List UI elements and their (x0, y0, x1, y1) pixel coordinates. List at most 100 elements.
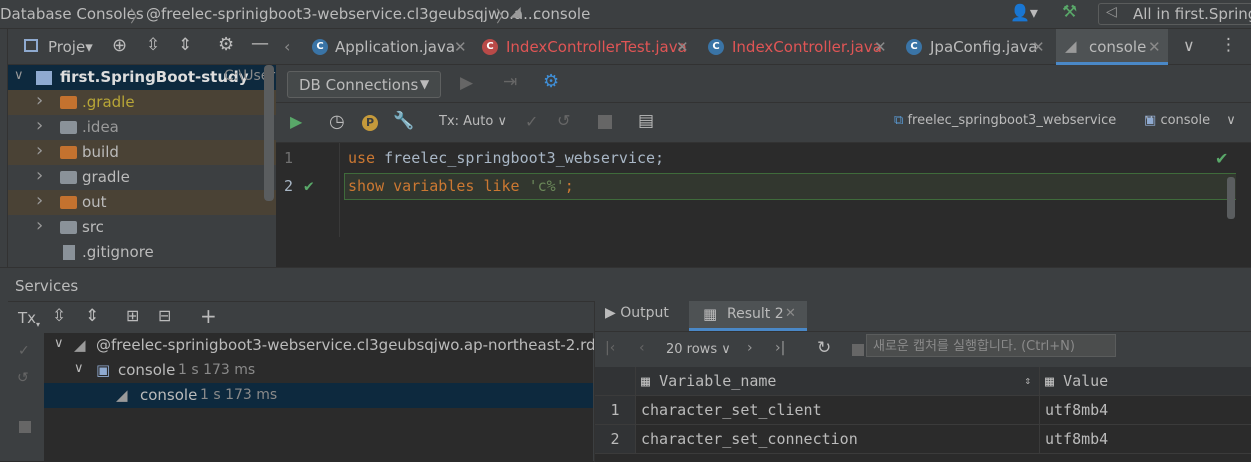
tx-mode-selector[interactable]: Tx: Auto ∨ (439, 114, 507, 129)
db-connections-dropdown[interactable]: DB Connections ▼ (287, 71, 441, 98)
chevron-right-icon[interactable]: › (36, 215, 43, 236)
tab-application[interactable]: C Application.java ✕ (304, 29, 474, 65)
session-selector[interactable]: ▣ console ∨ (1144, 113, 1236, 128)
locate-icon[interactable]: ⊕ (112, 35, 127, 56)
collapse-all-icon[interactable]: ⇕ (85, 306, 99, 326)
cell-value[interactable]: utf8mb4 (1040, 396, 1251, 425)
rollback-disabled-icon: ↺ (557, 111, 571, 130)
session-label: console (1160, 113, 1211, 128)
tree-item[interactable]: › out (8, 190, 276, 215)
result-pane: ▶ Output ▦ Result 2 ✕ |‹ ‹ 20 rows ∨ › ›… (594, 301, 1251, 462)
cell-variable-name[interactable]: character_set_connection (636, 425, 1040, 454)
breadcrumb-connection[interactable]: @freelec-sprinigboot3-webservice.cl3geub… (146, 5, 537, 23)
services-tree: ∨ ◢ @freelec-sprinigboot3-webservice.cl3… (44, 333, 658, 462)
chevron-down-icon[interactable]: ∨ (14, 68, 24, 83)
tabs-overflow-icon[interactable]: ∨ (1183, 36, 1195, 55)
service-session[interactable]: ∨ ▣ console 1 s 173 ms (44, 358, 593, 383)
code-line-2[interactable]: show variables like 'c%'; (348, 177, 574, 195)
project-panel: Proje▾ ⊕ ⇳ ⇕ ⚙ — ∨ first.SpringBoot-stud… (8, 29, 276, 267)
tab-jpa-config[interactable]: C JpaConfig.java ✕ (898, 29, 1056, 65)
tree-item[interactable]: › build (8, 140, 276, 165)
execute-icon[interactable]: ▶ (290, 112, 302, 131)
chevron-down-icon[interactable]: ∨ (74, 361, 84, 376)
line-gutter: 1 2 ✔ (276, 143, 340, 237)
close-icon[interactable]: ✕ (676, 38, 689, 56)
chevron-right-icon[interactable]: › (36, 90, 43, 111)
tx-icon[interactable]: Tx▾ (18, 309, 40, 329)
tab-console[interactable]: ◢ console ✕ (1056, 29, 1168, 65)
more-options-icon[interactable]: ⋮ (1220, 35, 1237, 55)
tree-item[interactable]: › gradle (8, 165, 276, 190)
session-icon: ▣ (96, 361, 111, 379)
tab-result-2[interactable]: ▦ Result 2 ✕ (689, 301, 807, 331)
module-icon (36, 71, 52, 85)
tree-root[interactable]: ∨ first.SpringBoot-study C:\User (8, 65, 276, 90)
row-number[interactable]: 2 (595, 425, 636, 454)
history-icon[interactable]: ◷ (329, 111, 345, 132)
rows-selector[interactable]: 20 rows ∨ (666, 342, 731, 357)
output-icon: ▶ (605, 305, 616, 321)
wrench-icon[interactable]: 🔧 (393, 111, 414, 131)
tabs-scroll-icon[interactable]: ‹ (284, 37, 298, 56)
breadcrumb-database-consoles[interactable]: Database Consoles (0, 5, 144, 23)
last-page-icon[interactable]: ›| (775, 340, 785, 356)
chevron-right-icon[interactable]: › (36, 190, 43, 211)
session-time: 1 s 173 ms (178, 362, 256, 378)
code-editor[interactable]: 1 2 ✔ use freelec_springboot3_webservice… (276, 143, 1236, 237)
tree-item[interactable]: .gitignore (8, 240, 276, 265)
tab-index-controller-test[interactable]: C IndexControllerTest.java ✕ (474, 29, 698, 65)
schema-label: freelec_springboot3_webservice (907, 113, 1117, 128)
run-config-selector[interactable]: ◁ All in first.SpringBo (1098, 3, 1251, 25)
close-icon[interactable]: ✕ (1032, 38, 1045, 56)
explain-plan-icon[interactable]: P (362, 115, 378, 131)
cell-value[interactable]: utf8mb4 (1040, 425, 1251, 454)
service-console[interactable]: ◢ console 1 s 173 ms (44, 383, 593, 408)
expand-all-icon[interactable]: ⇳ (146, 35, 160, 55)
sort-icon[interactable]: ⇕ (1024, 367, 1031, 395)
console-toolbar: DB Connections ▼ ▶ ⇥ ⚙ (276, 65, 1251, 103)
services-panel: Services Tx▾ ⇳ ⇕ ⊞ ⊟ + ✓ ↺ ∨ ◢ @freelec-… (0, 267, 1251, 462)
gear-icon[interactable]: ⚙ (218, 34, 234, 55)
tree-root-label: first.SpringBoot-study (60, 68, 249, 86)
next-page-icon[interactable]: › (747, 340, 753, 356)
expand-all-icon[interactable]: ⇳ (52, 306, 66, 326)
settings-icon[interactable]: ⚙ (543, 71, 559, 92)
breadcrumb-console[interactable]: console (533, 5, 590, 23)
filter-icon[interactable]: ⊟ (158, 306, 171, 325)
chevron-right-icon[interactable]: › (36, 140, 43, 161)
refresh-icon[interactable]: ↻ (817, 338, 831, 358)
tree-item[interactable]: › .idea (8, 115, 276, 140)
query-toolbar: ▶ ◷ P 🔧 Tx: Auto ∨ ✓ ↺ ▤ ⧉ freelec_sprin… (276, 103, 1251, 143)
close-icon[interactable]: ✕ (785, 306, 796, 321)
column-header-variable-name[interactable]: ▦ Variable_name ⇕ (636, 367, 1040, 396)
build-hammer-icon[interactable]: ⚒ (1062, 2, 1077, 22)
close-icon[interactable]: ✕ (874, 38, 887, 56)
close-icon[interactable]: ✕ (454, 38, 467, 56)
project-view-selector[interactable]: Proje▾ (48, 38, 93, 56)
minimize-icon[interactable]: — (251, 33, 269, 54)
column-header-value[interactable]: ▦ Value (1040, 367, 1251, 396)
close-icon[interactable]: ✕ (1148, 38, 1161, 56)
folder-icon (60, 121, 77, 134)
schema-selector[interactable]: ⧉ freelec_springboot3_webservice ∨ (894, 113, 1154, 128)
editor-scrollbar[interactable]: ✔ (1215, 143, 1251, 237)
chevron-down-icon[interactable]: ∨ (54, 336, 64, 351)
collapse-all-icon[interactable]: ⇕ (178, 35, 192, 55)
output-table-icon[interactable]: ▤ (638, 111, 654, 131)
scroll-thumb[interactable] (1227, 177, 1235, 219)
tree-item[interactable]: › src (8, 215, 276, 240)
row-number[interactable]: 1 (595, 396, 636, 425)
project-scrollbar[interactable] (264, 65, 274, 201)
service-connection[interactable]: ∨ ◢ @freelec-sprinigboot3-webservice.cl3… (44, 333, 658, 358)
stop-disabled-icon (852, 344, 864, 356)
tree-item[interactable]: › .gradle (8, 90, 276, 115)
chevron-right-icon[interactable]: › (36, 165, 43, 186)
tab-index-controller[interactable]: C IndexController.java ✕ (698, 29, 898, 65)
tab-output[interactable]: ▶ Output (605, 305, 669, 321)
code-line-1[interactable]: use freelec_springboot3_webservice; (348, 149, 664, 167)
cell-variable-name[interactable]: character_set_client (636, 396, 1040, 425)
chevron-right-icon[interactable]: › (36, 115, 43, 136)
group-by-icon[interactable]: ⊞ (126, 306, 139, 325)
user-icon[interactable]: 👤▾ (1010, 3, 1038, 22)
add-service-icon[interactable]: + (200, 304, 217, 328)
